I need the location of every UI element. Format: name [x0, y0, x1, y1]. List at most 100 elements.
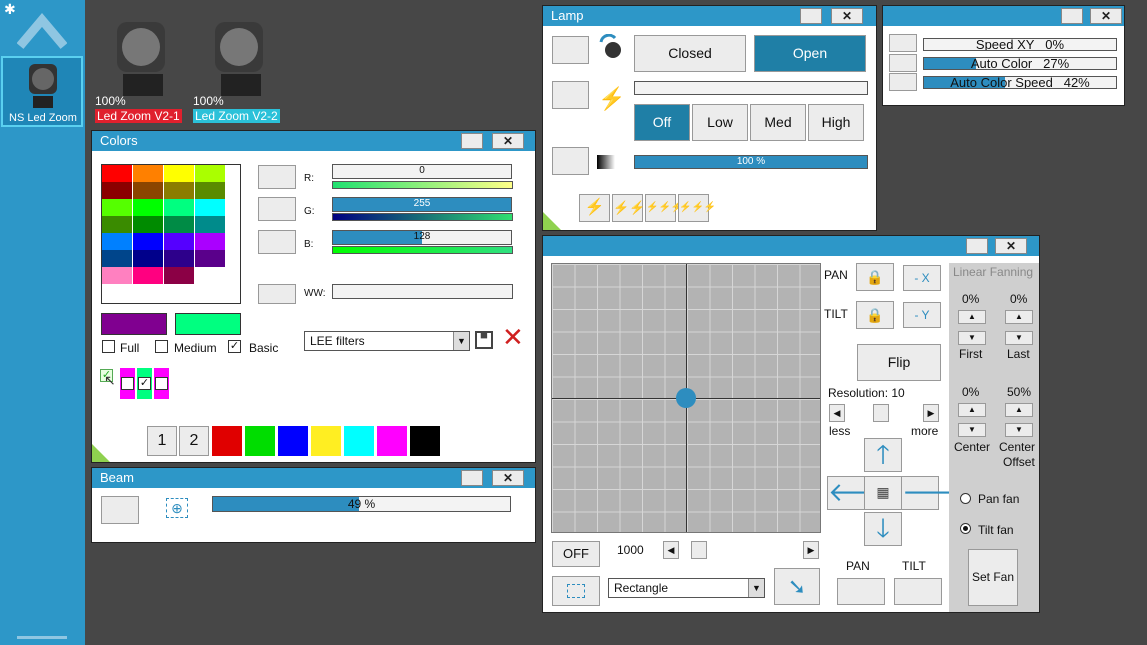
low-button[interactable]: Low [692, 104, 748, 141]
palette-swatch[interactable] [133, 216, 163, 233]
first-down-button[interactable]: ▼ [958, 331, 986, 345]
palette-swatch[interactable] [195, 250, 225, 267]
speed-left-button[interactable]: ◀ [663, 541, 679, 559]
xy-position-handle[interactable] [676, 388, 696, 408]
palette-swatch[interactable] [102, 250, 132, 267]
quick-color-swatch[interactable] [377, 426, 407, 456]
speed-xy-button[interactable] [889, 34, 917, 52]
strobe-bar[interactable] [634, 81, 868, 95]
auto-color-bar[interactable]: Auto Color 27% [923, 57, 1117, 70]
beam-value-bar[interactable]: 49 % [212, 496, 511, 512]
mini-swatch-1[interactable] [120, 368, 135, 399]
ww-button[interactable] [258, 284, 296, 304]
quick-color-swatch[interactable] [344, 426, 374, 456]
quick-color-swatch[interactable] [245, 426, 275, 456]
pan-fan-radio[interactable] [960, 493, 971, 504]
palette-swatch[interactable] [195, 233, 225, 250]
scroll-down-chevron-icon[interactable] [17, 636, 67, 642]
dimmer-bar[interactable]: 100 % [634, 155, 868, 169]
lamp-titlebar[interactable]: Lamp [543, 6, 876, 26]
palette-swatch[interactable] [133, 165, 163, 182]
medium-checkbox[interactable] [155, 340, 168, 353]
palette-swatch[interactable] [195, 182, 225, 199]
palette-swatch[interactable] [195, 216, 225, 233]
close-button[interactable]: ✕ [995, 238, 1027, 254]
invert-x-button[interactable]: - X [903, 265, 941, 291]
strobe-2-button[interactable]: ⚡⚡ [612, 194, 645, 222]
mini-swatch-checkbox[interactable] [121, 377, 134, 390]
shape-select[interactable]: Rectangle ▼ [608, 578, 765, 598]
off-button[interactable]: OFF [552, 541, 600, 567]
auto-color-speed-button[interactable] [889, 73, 917, 91]
mini-swatch-checkbox[interactable]: ✓ [138, 377, 151, 390]
closed-button[interactable]: Closed [634, 35, 746, 72]
lock-icon[interactable] [461, 133, 483, 149]
palette-swatch[interactable] [102, 267, 132, 284]
selection-rectangle-icon[interactable] [552, 576, 600, 606]
lock-icon[interactable] [1061, 8, 1083, 24]
quick-color-swatch[interactable] [212, 426, 242, 456]
lock-icon[interactable] [966, 238, 988, 254]
strobe-button[interactable] [552, 81, 589, 109]
tilt-lock-button[interactable]: 🔒 [856, 301, 894, 329]
offset-down-button[interactable]: ▼ [1005, 423, 1033, 437]
b-value-bar[interactable]: 128 [332, 230, 512, 245]
first-up-button[interactable]: ▲ [958, 310, 986, 324]
filter-select[interactable]: LEE filters ▼ [304, 331, 470, 351]
resolution-more-button[interactable]: ▶ [923, 404, 939, 422]
palette-swatch[interactable] [164, 216, 194, 233]
xy-pad[interactable] [551, 263, 821, 533]
palette-swatch[interactable] [164, 182, 194, 199]
med-button[interactable]: Med [750, 104, 806, 141]
palette-swatch[interactable] [195, 199, 225, 216]
full-checkbox[interactable] [102, 340, 115, 353]
pan-lock-button[interactable]: 🔒 [856, 263, 894, 291]
mini-swatch-checkbox[interactable] [155, 377, 168, 390]
close-button[interactable]: ✕ [831, 8, 863, 24]
page-2-button[interactable]: 2 [179, 426, 209, 456]
palette-swatch[interactable] [102, 233, 132, 250]
strobe-random-button[interactable]: ⚡⚡⚡ [678, 194, 716, 222]
palette-swatch[interactable] [102, 216, 132, 233]
delete-x-icon[interactable]: ✕ [502, 324, 524, 350]
dimmer-button[interactable] [552, 147, 589, 175]
close-button[interactable]: ✕ [492, 133, 524, 149]
resolution-handle[interactable] [873, 404, 889, 422]
r-button[interactable] [258, 165, 296, 189]
lock-icon[interactable] [461, 470, 483, 486]
b-button[interactable] [258, 230, 296, 254]
auto-color-speed-bar[interactable]: Auto Color Speed 42% [923, 76, 1117, 89]
palette-swatch[interactable] [102, 165, 132, 182]
speed-handle[interactable] [691, 541, 707, 559]
save-icon[interactable]: ▀ [475, 331, 493, 349]
set-fan-button[interactable]: Set Fan [968, 549, 1018, 606]
quick-color-swatch[interactable] [311, 426, 341, 456]
center-button[interactable]: ▦ [864, 476, 902, 510]
palette-swatch[interactable] [164, 233, 194, 250]
arrow-right-button[interactable]: 🡒 [901, 476, 972, 510]
arrow-down-button[interactable]: 🡓 [864, 512, 902, 546]
palette-swatch[interactable] [102, 182, 132, 199]
arrow-left-button[interactable]: 🡐 [827, 476, 898, 510]
r-value-bar[interactable]: 0 [332, 164, 512, 179]
palette-swatch[interactable] [195, 267, 225, 284]
auto-color-button[interactable] [889, 54, 917, 72]
center-up-button[interactable]: ▲ [958, 403, 986, 417]
tilt-fan-radio[interactable] [960, 523, 971, 534]
palette-swatch[interactable] [164, 199, 194, 216]
palette-swatch[interactable] [164, 250, 194, 267]
shutter-button[interactable] [552, 36, 589, 64]
sidebar-fixture-ns-led-zoom[interactable]: NS Led Zoom [1, 56, 83, 127]
zoom-focus-icon[interactable]: ⊕ [166, 498, 188, 518]
speed-right-button[interactable]: ▶ [803, 541, 819, 559]
page-1-button[interactable]: 1 [147, 426, 177, 456]
resolution-less-button[interactable]: ◀ [829, 404, 845, 422]
beam-button[interactable] [101, 496, 139, 524]
speed-xy-bar[interactable]: Speed XY 0% [923, 38, 1117, 51]
palette-swatch[interactable] [133, 267, 163, 284]
mini-swatch-3[interactable] [154, 368, 169, 399]
strobe-1-button[interactable]: ⚡ [579, 194, 610, 222]
quick-color-swatch[interactable] [410, 426, 440, 456]
palette-swatch[interactable] [164, 165, 194, 182]
pan-value-button[interactable] [837, 578, 885, 605]
